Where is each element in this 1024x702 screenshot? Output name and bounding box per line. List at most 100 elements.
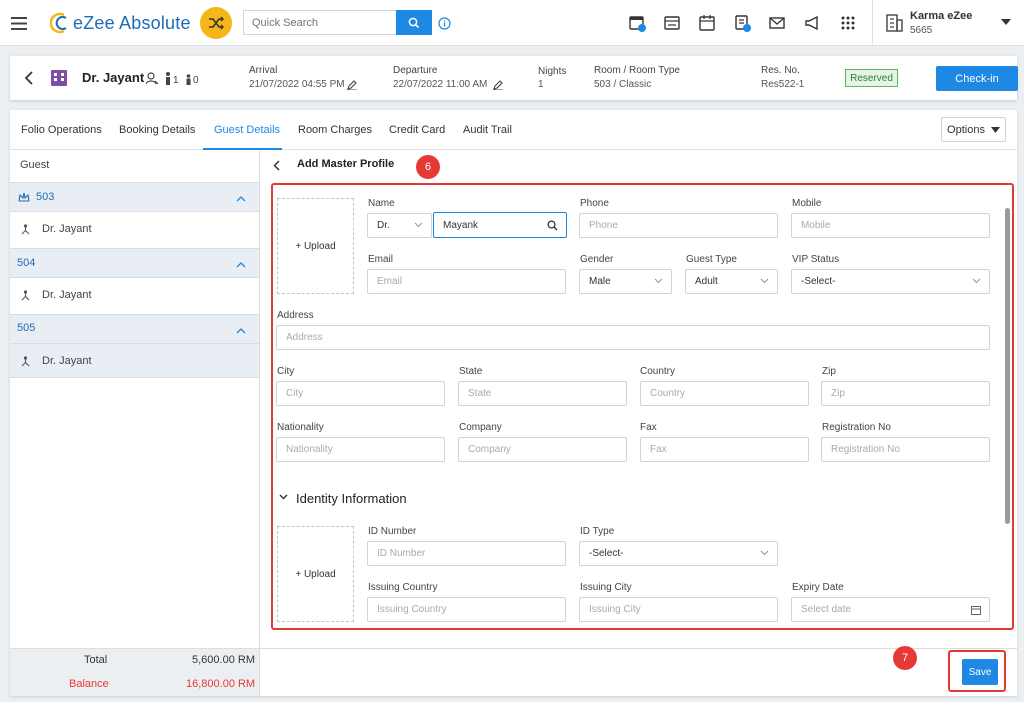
guest-panel-header: Guest <box>20 159 50 171</box>
chevron-down-icon <box>760 550 769 556</box>
mail-icon[interactable] <box>767 13 787 33</box>
reservation-guest-name: Dr. Jayant <box>82 70 145 85</box>
shuffle-icon[interactable] <box>200 7 232 39</box>
address-input[interactable]: Address <box>276 325 990 350</box>
user-name: Karma eZee <box>910 10 973 22</box>
hotel-building-icon <box>49 68 69 88</box>
issuing-city-input[interactable]: Issuing City <box>579 597 778 622</box>
name-input[interactable]: Mayank <box>433 212 567 238</box>
issuing-country-label: Issuing Country <box>368 582 438 593</box>
balance-value: 16,800.00 RM <box>186 678 256 690</box>
guest-name: Dr. Jayant <box>42 355 92 367</box>
search-icon[interactable] <box>547 220 558 231</box>
vip-status-value: -Select- <box>801 276 836 287</box>
back-arrow-icon[interactable] <box>271 159 281 171</box>
save-button[interactable]: Save <box>962 659 998 685</box>
id-type-value: -Select- <box>589 548 624 559</box>
company-input[interactable]: Company <box>458 437 627 462</box>
chevron-up-icon[interactable] <box>235 260 247 269</box>
upload-photo-button[interactable]: + Upload <box>277 198 354 294</box>
id-type-select[interactable]: -Select- <box>579 541 778 566</box>
guest-profile-icon[interactable] <box>145 71 159 85</box>
chevron-up-icon[interactable] <box>235 194 247 203</box>
phone-input[interactable]: Phone <box>579 213 778 238</box>
country-input[interactable]: Country <box>640 381 809 406</box>
id-type-label: ID Type <box>580 526 615 537</box>
fax-input[interactable]: Fax <box>640 437 809 462</box>
room-value: 503 / Classic <box>594 79 652 90</box>
city-label: City <box>277 366 295 377</box>
brand-logo[interactable]: eZee Absolute <box>50 10 191 36</box>
vip-status-select[interactable]: -Select- <box>791 269 990 294</box>
zip-input[interactable]: Zip <box>821 381 990 406</box>
salutation-select[interactable]: Dr. <box>367 213 432 238</box>
zip-label: Zip <box>822 366 836 377</box>
state-label: State <box>459 366 483 377</box>
email-input[interactable]: Email <box>367 269 566 294</box>
user-id: 5665 <box>910 25 933 36</box>
room-group-504[interactable] <box>10 248 259 278</box>
chevron-down-icon[interactable] <box>278 492 288 502</box>
tab-audit-trail[interactable]: Audit Trail <box>463 124 512 136</box>
gender-select[interactable]: Male <box>579 269 672 294</box>
total-label: Total <box>84 654 108 666</box>
form-scrollbar[interactable] <box>1005 208 1010 524</box>
edit-departure-icon[interactable] <box>492 79 503 90</box>
tab-booking-details[interactable]: Booking Details <box>119 124 195 136</box>
search-button[interactable] <box>396 10 432 35</box>
nationality-input[interactable]: Nationality <box>276 437 445 462</box>
announcement-icon[interactable] <box>802 13 822 33</box>
adult-icon <box>163 71 172 85</box>
room-number: 504 <box>17 257 36 269</box>
upload-id-button[interactable]: + Upload <box>277 526 354 622</box>
step-badge: 6 <box>416 155 440 179</box>
status-badge: Reserved <box>845 69 898 87</box>
apps-grid-icon[interactable] <box>838 13 858 33</box>
options-dropdown[interactable]: Options <box>941 117 1006 142</box>
invoice-icon[interactable] <box>732 13 752 33</box>
total-value: 5,600.00 RM <box>192 654 255 666</box>
nationality-label: Nationality <box>277 422 324 433</box>
mobile-input[interactable]: Mobile <box>791 213 990 238</box>
chevron-down-icon <box>654 278 663 284</box>
back-arrow-icon[interactable] <box>22 70 36 86</box>
quick-search-input[interactable] <box>243 10 396 35</box>
room-number: 505 <box>17 322 36 334</box>
tab-credit-card[interactable]: Credit Card <box>389 124 445 136</box>
identity-section-title[interactable]: Identity Information <box>296 491 407 506</box>
children-count: 0 <box>193 75 199 86</box>
chevron-up-icon[interactable] <box>235 326 247 335</box>
check-in-button[interactable]: Check-in <box>936 66 1018 91</box>
balance-label: Balance <box>69 678 109 690</box>
state-input[interactable]: State <box>458 381 627 406</box>
hamburger-menu-icon[interactable] <box>10 14 28 32</box>
chevron-down-icon <box>760 278 769 284</box>
registration-no-input[interactable]: Registration No <box>821 437 990 462</box>
caret-down-icon[interactable] <box>1000 17 1012 27</box>
expiry-date-input[interactable]: Select date <box>791 597 990 622</box>
expiry-date-label: Expiry Date <box>792 582 844 593</box>
address-label: Address <box>277 310 314 321</box>
tab-room-charges[interactable]: Room Charges <box>298 124 372 136</box>
issuing-city-label: Issuing City <box>580 582 632 593</box>
id-number-input[interactable]: ID Number <box>367 541 566 566</box>
city-input[interactable]: City <box>276 381 445 406</box>
guest-type-label: Guest Type <box>686 254 737 265</box>
res-no-value: Res522-1 <box>761 79 805 90</box>
phone-label: Phone <box>580 198 609 209</box>
room-group-505[interactable] <box>10 314 259 344</box>
edit-arrival-icon[interactable] <box>346 79 357 90</box>
tab-folio-operations[interactable]: Folio Operations <box>21 124 102 136</box>
guest-type-select[interactable]: Adult <box>685 269 778 294</box>
calendar-check-icon[interactable] <box>662 13 682 33</box>
info-icon[interactable] <box>437 16 451 30</box>
arrivals-calendar-icon[interactable] <box>627 13 647 33</box>
tab-guest-details[interactable]: Guest Details <box>214 124 280 136</box>
form-title: Add Master Profile <box>297 158 395 170</box>
chevron-down-icon <box>972 278 981 284</box>
departure-label: Departure <box>393 65 438 76</box>
departure-value: 22/07/2022 11:00 AM <box>393 79 488 90</box>
calendar-icon[interactable] <box>971 605 981 615</box>
issuing-country-input[interactable]: Issuing Country <box>367 597 566 622</box>
calendar-icon[interactable] <box>697 13 717 33</box>
